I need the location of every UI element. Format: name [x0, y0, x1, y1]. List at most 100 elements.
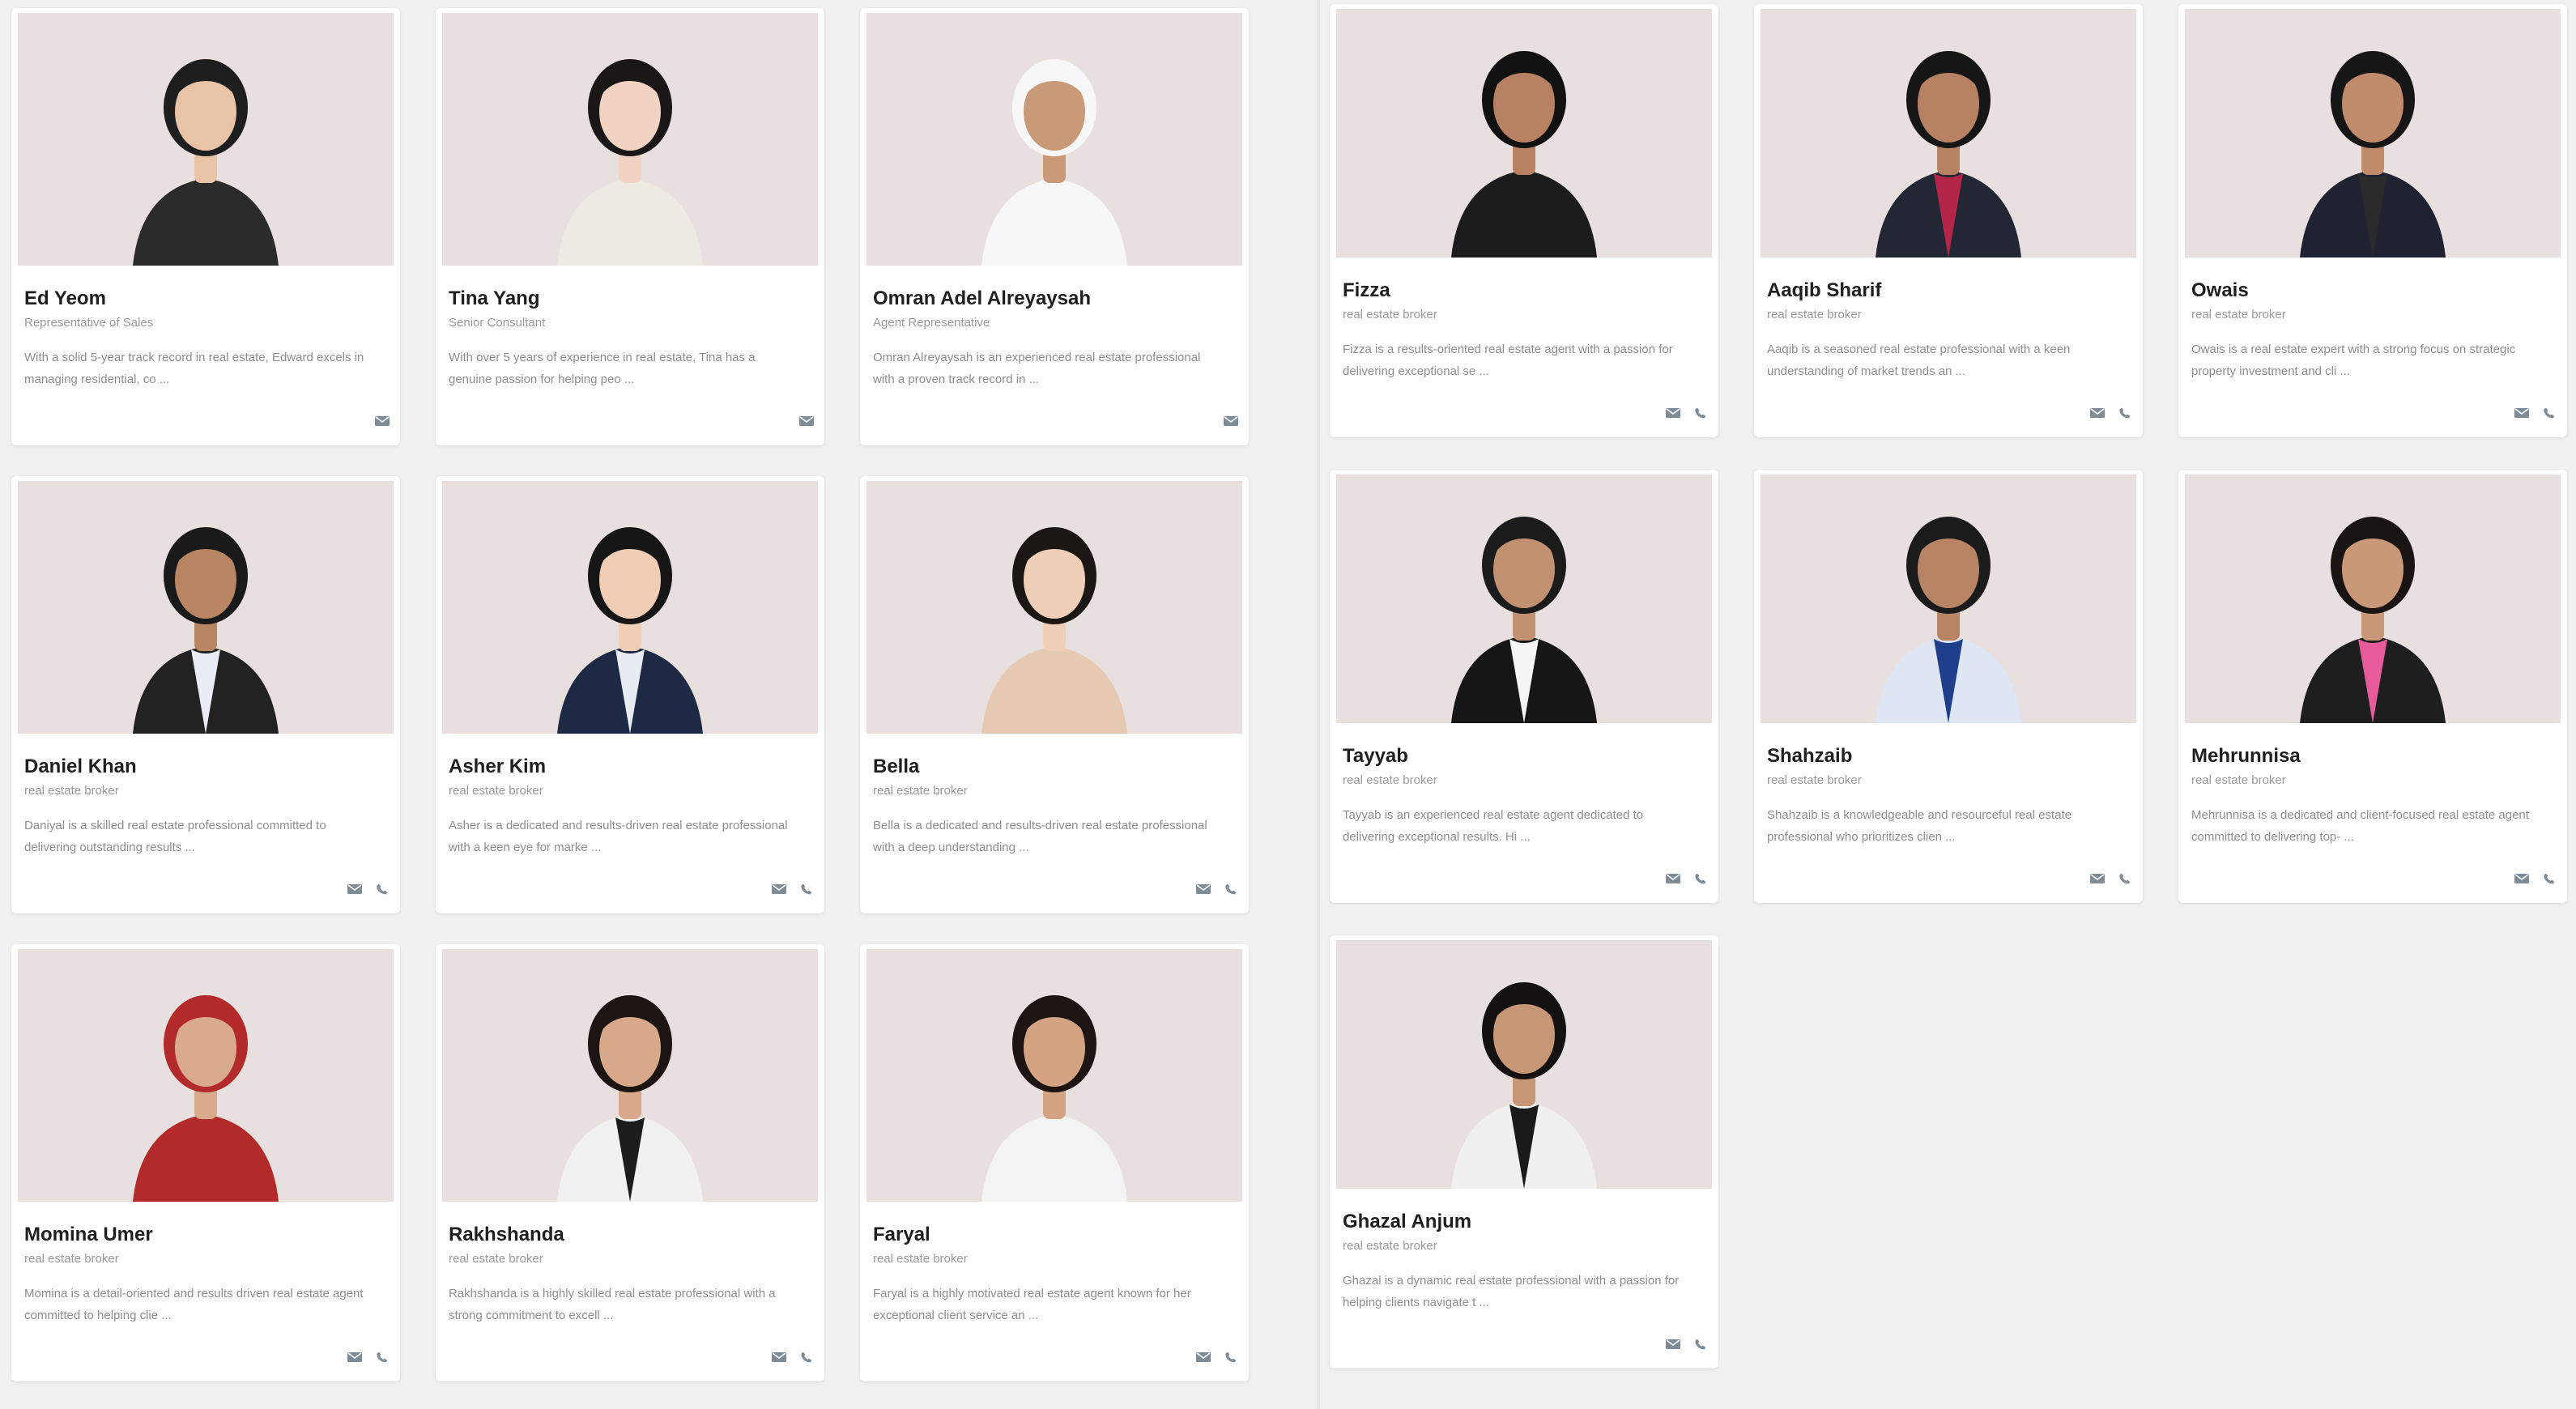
- agent-actions: [2089, 407, 2133, 419]
- mail-icon[interactable]: [1665, 407, 1681, 419]
- agent-portrait: [557, 527, 703, 734]
- phone-icon[interactable]: [2541, 872, 2557, 885]
- agent-card[interactable]: Rakhshanda real estate broker Rakhshanda…: [436, 944, 824, 1381]
- agent-name: Shahzaib: [1767, 745, 1853, 767]
- agent-card[interactable]: Ghazal Anjum real estate broker Ghazal i…: [1330, 935, 1718, 1369]
- mail-icon[interactable]: [2514, 872, 2530, 885]
- phone-icon[interactable]: [798, 883, 815, 896]
- mail-icon[interactable]: [1195, 883, 1211, 896]
- mail-icon[interactable]: [347, 1351, 363, 1364]
- agent-actions: [1195, 1351, 1239, 1364]
- agents-grid-left: Ed Yeom Representative of Sales With a s…: [11, 0, 1249, 1409]
- agent-name: Ghazal Anjum: [1343, 1211, 1472, 1232]
- agent-actions: [2514, 407, 2557, 419]
- agent-description: Faryal is a highly motivated real estate…: [873, 1287, 1191, 1322]
- agent-photo: [442, 13, 818, 266]
- agent-card[interactable]: Tayyab real estate broker Tayyab is an e…: [1330, 470, 1718, 903]
- agent-description: Asher is a dedicated and results-driven …: [449, 819, 788, 854]
- agent-card[interactable]: Asher Kim real estate broker Asher is a …: [436, 476, 824, 913]
- phone-icon[interactable]: [374, 1351, 390, 1364]
- agent-actions: [798, 415, 815, 428]
- agent-card[interactable]: Owais real estate broker Owais is a real…: [2178, 4, 2567, 437]
- agent-photo: [2185, 9, 2561, 258]
- agent-portrait: [981, 527, 1127, 734]
- agent-photo: [18, 949, 394, 1202]
- agent-actions: [1223, 415, 1239, 428]
- mail-icon[interactable]: [771, 883, 787, 896]
- mail-icon[interactable]: [2089, 872, 2106, 885]
- agent-card[interactable]: Faryal real estate broker Faryal is a hi…: [860, 944, 1249, 1381]
- agent-card[interactable]: Ed Yeom Representative of Sales With a s…: [11, 8, 400, 445]
- agent-photo: [1761, 9, 2136, 258]
- mail-icon[interactable]: [1195, 1351, 1211, 1364]
- agent-name: Daniel Khan: [24, 756, 137, 777]
- phone-icon[interactable]: [2117, 407, 2133, 419]
- agent-description: Shahzaib is a knowledgeable and resource…: [1767, 808, 2072, 844]
- agent-card[interactable]: Mehrunnisa real estate broker Mehrunnisa…: [2178, 470, 2567, 903]
- agent-role: real estate broker: [24, 784, 119, 798]
- agent-name: Momina Umer: [24, 1224, 153, 1245]
- mail-icon[interactable]: [1665, 1338, 1681, 1351]
- agent-name: Omran Adel Alreyaysah: [873, 287, 1092, 309]
- agent-description: Bella is a dedicated and results-driven …: [873, 819, 1207, 854]
- mail-icon[interactable]: [1223, 415, 1239, 428]
- agent-actions: [1665, 407, 1709, 419]
- agent-portrait: [557, 995, 703, 1202]
- agent-name: Tina Yang: [449, 287, 540, 309]
- phone-icon[interactable]: [1223, 1351, 1239, 1364]
- mail-icon[interactable]: [2089, 407, 2106, 419]
- agent-card[interactable]: Daniel Khan real estate broker Daniyal i…: [11, 476, 400, 913]
- phone-icon[interactable]: [1692, 407, 1709, 419]
- agent-name: Ed Yeom: [24, 287, 106, 309]
- agent-description: Owais is a real estate expert with a str…: [2191, 343, 2516, 378]
- mail-icon[interactable]: [1665, 872, 1681, 885]
- phone-icon[interactable]: [374, 883, 390, 896]
- agent-card[interactable]: Bella real estate broker Bella is a dedi…: [860, 476, 1249, 913]
- agent-actions: [347, 1351, 390, 1364]
- agent-portrait: [133, 995, 279, 1202]
- agent-card[interactable]: Momina Umer real estate broker Momina is…: [11, 944, 400, 1381]
- agent-photo: [1336, 475, 1712, 723]
- agent-card[interactable]: Fizza real estate broker Fizza is a resu…: [1330, 4, 1718, 437]
- phone-icon[interactable]: [2117, 872, 2133, 885]
- agent-description: Aaqib is a seasoned real estate professi…: [1767, 343, 2071, 378]
- agent-actions: [347, 883, 390, 896]
- agent-name: Owais: [2191, 279, 2249, 301]
- agent-photo: [442, 949, 818, 1202]
- agent-portrait: [1876, 517, 2021, 723]
- agent-photo: [866, 481, 1242, 734]
- agent-portrait: [2300, 51, 2446, 258]
- agent-card[interactable]: Tina Yang Senior Consultant With over 5 …: [436, 8, 824, 445]
- agent-card[interactable]: Omran Adel Alreyaysah Agent Representati…: [860, 8, 1249, 445]
- agent-actions: [2514, 872, 2557, 885]
- agents-grid-right: Fizza real estate broker Fizza is a resu…: [1330, 0, 2567, 1409]
- agent-photo: [2185, 475, 2561, 723]
- phone-icon[interactable]: [1223, 883, 1239, 896]
- agent-actions: [1665, 1338, 1709, 1351]
- phone-icon[interactable]: [1692, 1338, 1709, 1351]
- agent-role: real estate broker: [2191, 773, 2286, 787]
- agent-role: real estate broker: [24, 1252, 119, 1266]
- agent-portrait: [2300, 517, 2446, 723]
- agent-photo: [1336, 940, 1712, 1189]
- agent-card[interactable]: Aaqib Sharif real estate broker Aaqib is…: [1754, 4, 2143, 437]
- agent-actions: [2089, 872, 2133, 885]
- agent-portrait: [981, 59, 1127, 266]
- mail-icon[interactable]: [347, 883, 363, 896]
- agent-card[interactable]: Shahzaib real estate broker Shahzaib is …: [1754, 470, 2143, 903]
- agent-photo: [18, 481, 394, 734]
- phone-icon[interactable]: [798, 1351, 815, 1364]
- agent-description: With over 5 years of experience in real …: [449, 351, 756, 386]
- mail-icon[interactable]: [374, 415, 390, 428]
- mail-icon[interactable]: [798, 415, 815, 428]
- agent-role: real estate broker: [1343, 773, 1437, 787]
- agent-role: real estate broker: [2191, 308, 2286, 321]
- phone-icon[interactable]: [1692, 872, 1709, 885]
- agent-role: real estate broker: [1343, 308, 1437, 321]
- agent-name: Tayyab: [1343, 745, 1408, 767]
- mail-icon[interactable]: [771, 1351, 787, 1364]
- agent-portrait: [1451, 982, 1597, 1189]
- mail-icon[interactable]: [2514, 407, 2530, 419]
- agent-role: Representative of Sales: [24, 316, 154, 330]
- phone-icon[interactable]: [2541, 407, 2557, 419]
